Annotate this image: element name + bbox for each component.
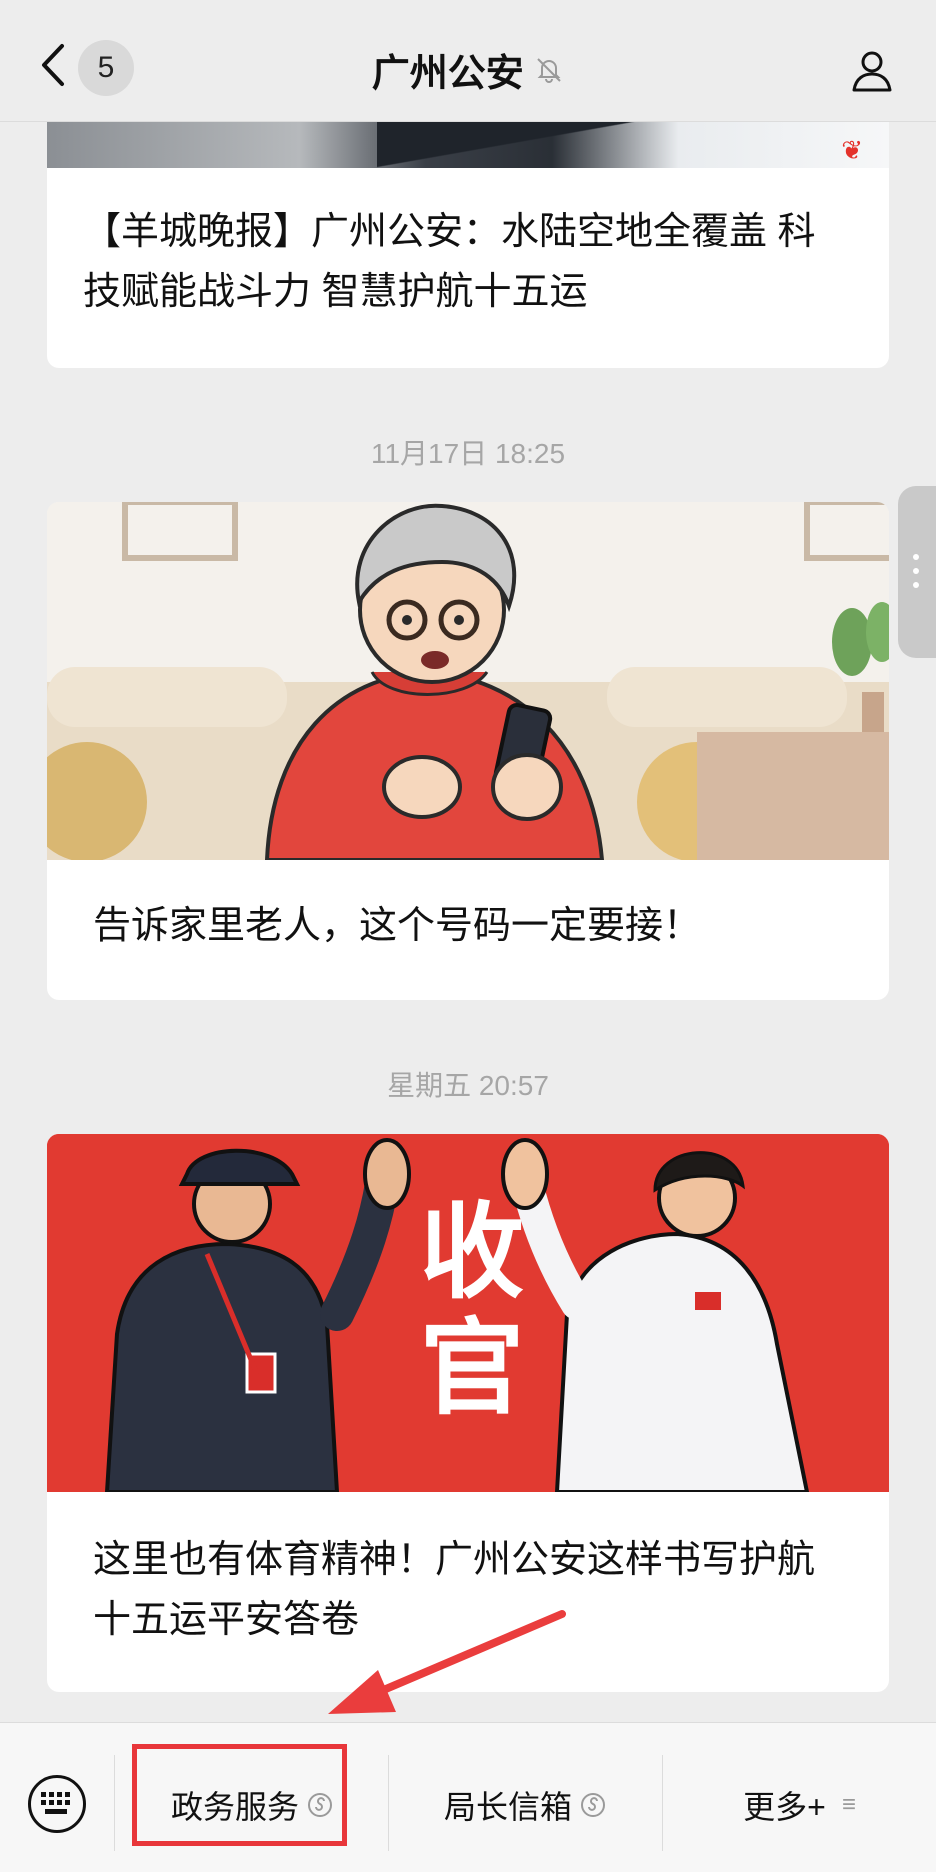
keyboard-icon bbox=[41, 1792, 70, 1814]
top-nav-bar: 5 广州公安 bbox=[0, 0, 936, 122]
annotation-highlight-box bbox=[132, 1744, 347, 1846]
page-title: 广州公安 bbox=[371, 53, 524, 95]
menu-divider bbox=[114, 1755, 115, 1851]
menu-item-more[interactable]: 更多+ ≡ bbox=[663, 1775, 936, 1835]
article-thumbnail: 收官 bbox=[47, 1134, 889, 1492]
message-timestamp: 11月17日 18:25 bbox=[370, 438, 566, 469]
article-card[interactable]: 告诉家里老人，这个号码一定要接！ bbox=[47, 502, 889, 1000]
article-thumbnail bbox=[47, 502, 889, 860]
mini-program-icon bbox=[581, 1793, 605, 1817]
message-timestamp: 星期五 20:57 bbox=[387, 1070, 549, 1101]
watermark-logo-icon: ❦ bbox=[841, 135, 863, 165]
menu-item-label: 局长信箱 bbox=[443, 1789, 572, 1825]
mute-bell-icon bbox=[537, 57, 561, 83]
submenu-lines-icon: ≡ bbox=[841, 1791, 856, 1818]
article-title: 【羊城晚报】广州公安：水陆空地全覆盖 科技赋能战斗力 智慧护航十五运 bbox=[83, 211, 816, 313]
menu-item-director-mailbox[interactable]: 局长信箱 bbox=[389, 1775, 661, 1835]
article-card[interactable]: ❦ 【羊城晚报】广州公安：水陆空地全覆盖 科技赋能战斗力 智慧护航十五运 bbox=[47, 100, 889, 368]
side-drag-handle[interactable] bbox=[898, 486, 936, 658]
keyboard-toggle-button[interactable] bbox=[28, 1775, 86, 1833]
article-title: 告诉家里老人，这个号码一定要接！ bbox=[93, 905, 702, 947]
poster-title: 收官 bbox=[419, 1190, 524, 1429]
chat-screen: 5 广州公安 ❦ 【羊城晚报】广州公安：水陆空地全覆盖 科技赋能战斗力 智慧护航… bbox=[0, 0, 936, 1872]
title-container: 广州公安 bbox=[0, 42, 936, 97]
annotation-arrow-icon bbox=[328, 1610, 566, 1714]
menu-item-label: 更多+ bbox=[743, 1789, 826, 1825]
elderly-woman-phone-illustration bbox=[47, 502, 889, 860]
profile-button[interactable] bbox=[848, 46, 896, 94]
